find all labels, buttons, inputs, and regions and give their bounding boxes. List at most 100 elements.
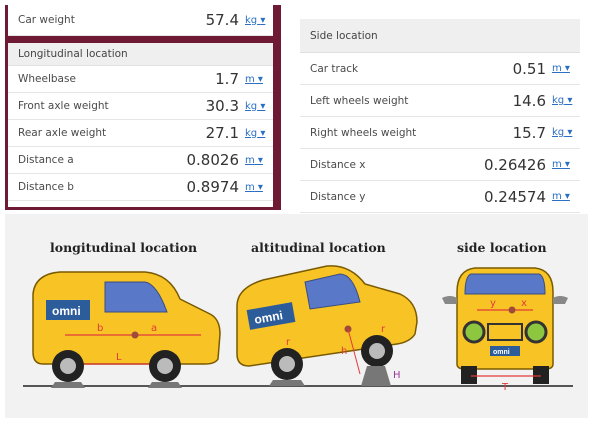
cars-svg: omni b a L omni h r r H y x omni T [23, 265, 573, 393]
car-weight-unit-select[interactable]: kg ▾ [245, 15, 273, 26]
car3-label-x: x [521, 298, 527, 309]
side-label: Left wheels weight [310, 94, 409, 107]
car1-front-hub [157, 358, 173, 374]
long-value: 30.3 [205, 97, 239, 115]
side-row: Distance x 0.26426 m ▾ [300, 149, 580, 181]
chevron-down-icon: ▾ [561, 191, 570, 202]
side-panel: Side location Car track 0.51 m ▾ Left wheel… [300, 19, 580, 213]
unit-text: m [245, 181, 255, 193]
chevron-down-icon: ▾ [254, 154, 263, 166]
car2-ramp [361, 366, 391, 386]
car-front-view: y x omni T [442, 267, 568, 393]
chevron-down-icon: ▾ [254, 181, 263, 193]
long-label: Rear axle weight [18, 127, 107, 139]
side-unit-select[interactable]: m ▾ [552, 159, 580, 170]
car2-front-hub [369, 343, 385, 359]
long-unit-select[interactable]: kg ▾ [245, 128, 273, 139]
side-header: Side location [300, 19, 580, 53]
car3-label-T: T [501, 382, 509, 393]
car-weight-label: Car weight [18, 14, 75, 26]
car2-rear-hub [279, 356, 295, 372]
side-label: Distance y [310, 190, 366, 203]
panel-divider [8, 36, 273, 43]
side-row: Left wheels weight 14.6 kg ▾ [300, 85, 580, 117]
car1-center-of-mass [131, 331, 139, 339]
chevron-down-icon: ▾ [561, 159, 570, 170]
car2-label-h: h [341, 346, 347, 357]
unit-text: kg [552, 95, 565, 106]
long-row: Wheelbase 1.7 m ▾ [8, 66, 273, 93]
car1-scale-right [148, 382, 182, 388]
side-value: 14.6 [512, 91, 546, 110]
long-unit-select[interactable]: m ▾ [245, 74, 273, 85]
side-label: Right wheels weight [310, 126, 417, 139]
side-row: Right wheels weight 15.7 kg ▾ [300, 117, 580, 149]
car3-windshield [464, 273, 546, 295]
car3-right-headlight [524, 320, 548, 344]
unit-text: m [552, 63, 562, 74]
car-tilted-view: omni h r r H [236, 265, 418, 386]
car3-center-of-mass [508, 306, 516, 314]
chevron-down-icon: ▾ [257, 127, 266, 139]
car-weight-row: Car weight 57.4 kg ▾ [8, 5, 273, 36]
car3-right-wheel [533, 366, 549, 384]
car3-plate-text: omni [493, 349, 510, 356]
unit-text: m [552, 159, 562, 170]
unit-text: m [245, 73, 255, 85]
unit-text: kg [245, 14, 258, 26]
unit-text: m [245, 154, 255, 166]
cars-illustration: longitudinal location altitudinal locati… [5, 214, 588, 418]
car3-right-mirror [553, 296, 568, 304]
longitudinal-panel: Car weight 57.4 kg ▾ Longitudinal locati… [5, 5, 281, 210]
long-value: 0.8974 [186, 178, 240, 196]
chevron-down-icon: ▾ [257, 100, 266, 112]
car3-left-mirror [442, 296, 457, 304]
chevron-down-icon: ▾ [564, 95, 573, 106]
car1-label-L: L [116, 352, 122, 363]
car1-label-a: a [151, 323, 157, 334]
long-row: Front axle weight 30.3 kg ▾ [8, 93, 273, 120]
chevron-down-icon: ▾ [254, 73, 263, 85]
long-unit-select[interactable]: m ▾ [245, 182, 273, 193]
car-side-view: omni b a L [32, 271, 221, 388]
car2-scale [269, 380, 305, 386]
side-value: 0.26426 [483, 155, 546, 174]
car1-logo-text: omni [52, 304, 81, 318]
side-unit-select[interactable]: m ▾ [552, 63, 580, 74]
unit-text: kg [552, 127, 565, 138]
chevron-down-icon: ▾ [564, 127, 573, 138]
unit-text: kg [245, 127, 258, 139]
long-label: Distance b [18, 181, 74, 193]
long-row: Distance a 0.8026 m ▾ [8, 147, 273, 174]
car1-rear-hub [60, 358, 76, 374]
long-row: Rear axle weight 27.1 kg ▾ [8, 120, 273, 147]
longitudinal-panel-body: Car weight 57.4 kg ▾ Longitudinal locati… [8, 5, 273, 207]
long-row: Distance b 0.8974 m ▾ [8, 174, 273, 201]
side-unit-select[interactable]: kg ▾ [552, 95, 580, 106]
long-label: Distance a [18, 154, 74, 166]
side-row: Car track 0.51 m ▾ [300, 53, 580, 85]
side-value: 0.24574 [483, 187, 546, 206]
car2-label-H: H [393, 370, 401, 381]
unit-text: kg [245, 100, 258, 112]
unit-text: m [552, 191, 562, 202]
chevron-down-icon: ▾ [561, 63, 570, 74]
longitudinal-rows: Wheelbase 1.7 m ▾ Front axle weight 30.3 kg ▾… [8, 66, 273, 201]
side-label: Distance x [310, 158, 366, 171]
long-unit-select[interactable]: kg ▾ [245, 101, 273, 112]
car1-scale-left [51, 382, 85, 388]
side-row: Distance y 0.24574 m ▾ [300, 181, 580, 213]
long-value: 1.7 [215, 70, 239, 88]
side-value: 0.51 [512, 59, 546, 78]
side-rows: Car track 0.51 m ▾ Left wheels weight 14.6 kg… [300, 53, 580, 213]
long-label: Front axle weight [18, 100, 109, 112]
car3-left-wheel [461, 366, 477, 384]
side-value: 15.7 [512, 123, 546, 142]
long-label: Wheelbase [18, 73, 76, 85]
side-label: Car track [310, 62, 359, 75]
long-unit-select[interactable]: m ▾ [245, 155, 273, 166]
long-value: 0.8026 [186, 151, 240, 169]
side-unit-select[interactable]: kg ▾ [552, 127, 580, 138]
car-weight-value: 57.4 [205, 11, 239, 29]
side-unit-select[interactable]: m ▾ [552, 191, 580, 202]
